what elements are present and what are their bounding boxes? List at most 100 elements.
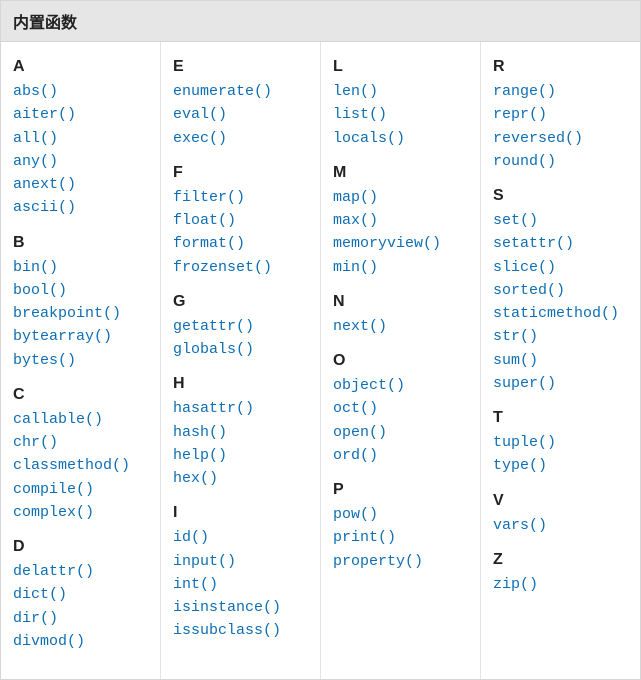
- letter-heading: N: [333, 293, 468, 311]
- group-A: A abs() aiter() all() any() anext() asci…: [13, 58, 148, 220]
- fn-link[interactable]: ascii(): [13, 196, 148, 219]
- fn-link[interactable]: format(): [173, 232, 308, 255]
- group-E: E enumerate() eval() exec(): [173, 58, 308, 150]
- fn-link[interactable]: any(): [13, 150, 148, 173]
- fn-link[interactable]: bool(): [13, 279, 148, 302]
- fn-link[interactable]: map(): [333, 186, 468, 209]
- group-T: T tuple() type(): [493, 409, 628, 478]
- fn-link[interactable]: divmod(): [13, 630, 148, 653]
- fn-link[interactable]: globals(): [173, 338, 308, 361]
- group-D: D delattr() dict() dir() divmod(): [13, 538, 148, 653]
- fn-link[interactable]: max(): [333, 209, 468, 232]
- fn-link[interactable]: frozenset(): [173, 256, 308, 279]
- fn-link[interactable]: abs(): [13, 80, 148, 103]
- fn-link[interactable]: oct(): [333, 397, 468, 420]
- letter-heading: G: [173, 293, 308, 311]
- fn-link[interactable]: range(): [493, 80, 628, 103]
- group-P: P pow() print() property(): [333, 481, 468, 573]
- fn-link[interactable]: id(): [173, 526, 308, 549]
- fn-link[interactable]: delattr(): [13, 560, 148, 583]
- fn-link[interactable]: sum(): [493, 349, 628, 372]
- fn-link[interactable]: memoryview(): [333, 232, 468, 255]
- fn-link[interactable]: compile(): [13, 478, 148, 501]
- group-Z: Z zip(): [493, 551, 628, 596]
- group-N: N next(): [333, 293, 468, 338]
- fn-link[interactable]: len(): [333, 80, 468, 103]
- fn-link[interactable]: isinstance(): [173, 596, 308, 619]
- letter-heading: D: [13, 538, 148, 556]
- fn-link[interactable]: float(): [173, 209, 308, 232]
- fn-link[interactable]: super(): [493, 372, 628, 395]
- fn-link[interactable]: sorted(): [493, 279, 628, 302]
- fn-link[interactable]: hasattr(): [173, 397, 308, 420]
- fn-link[interactable]: vars(): [493, 514, 628, 537]
- fn-link[interactable]: issubclass(): [173, 619, 308, 642]
- fn-link[interactable]: property(): [333, 550, 468, 573]
- fn-link[interactable]: list(): [333, 103, 468, 126]
- letter-heading: V: [493, 492, 628, 510]
- columns-container: A abs() aiter() all() any() anext() asci…: [1, 42, 640, 679]
- letter-heading: R: [493, 58, 628, 76]
- letter-heading: A: [13, 58, 148, 76]
- group-G: G getattr() globals(): [173, 293, 308, 362]
- letter-heading: Z: [493, 551, 628, 569]
- fn-link[interactable]: round(): [493, 150, 628, 173]
- fn-link[interactable]: pow(): [333, 503, 468, 526]
- letter-heading: M: [333, 164, 468, 182]
- fn-link[interactable]: open(): [333, 421, 468, 444]
- fn-link[interactable]: bytearray(): [13, 325, 148, 348]
- letter-heading: B: [13, 234, 148, 252]
- group-R: R range() repr() reversed() round(): [493, 58, 628, 173]
- group-L: L len() list() locals(): [333, 58, 468, 150]
- column-2: L len() list() locals() M map() max() me…: [321, 42, 481, 679]
- fn-link[interactable]: breakpoint(): [13, 302, 148, 325]
- fn-link[interactable]: ord(): [333, 444, 468, 467]
- fn-link[interactable]: next(): [333, 315, 468, 338]
- fn-link[interactable]: bin(): [13, 256, 148, 279]
- group-V: V vars(): [493, 492, 628, 537]
- fn-link[interactable]: anext(): [13, 173, 148, 196]
- fn-link[interactable]: dict(): [13, 583, 148, 606]
- fn-link[interactable]: print(): [333, 526, 468, 549]
- fn-link[interactable]: hash(): [173, 421, 308, 444]
- letter-heading: F: [173, 164, 308, 182]
- fn-link[interactable]: tuple(): [493, 431, 628, 454]
- group-H: H hasattr() hash() help() hex(): [173, 375, 308, 490]
- fn-link[interactable]: bytes(): [13, 349, 148, 372]
- builtins-panel: 内置函数 A abs() aiter() all() any() anext()…: [0, 0, 641, 680]
- fn-link[interactable]: locals(): [333, 127, 468, 150]
- group-M: M map() max() memoryview() min(): [333, 164, 468, 279]
- fn-link[interactable]: set(): [493, 209, 628, 232]
- fn-link[interactable]: filter(): [173, 186, 308, 209]
- letter-heading: T: [493, 409, 628, 427]
- fn-link[interactable]: all(): [13, 127, 148, 150]
- fn-link[interactable]: str(): [493, 325, 628, 348]
- letter-heading: O: [333, 352, 468, 370]
- fn-link[interactable]: slice(): [493, 256, 628, 279]
- fn-link[interactable]: classmethod(): [13, 454, 148, 477]
- fn-link[interactable]: min(): [333, 256, 468, 279]
- letter-heading: H: [173, 375, 308, 393]
- fn-link[interactable]: chr(): [13, 431, 148, 454]
- fn-link[interactable]: repr(): [493, 103, 628, 126]
- fn-link[interactable]: zip(): [493, 573, 628, 596]
- fn-link[interactable]: exec(): [173, 127, 308, 150]
- fn-link[interactable]: type(): [493, 454, 628, 477]
- fn-link[interactable]: object(): [333, 374, 468, 397]
- fn-link[interactable]: setattr(): [493, 232, 628, 255]
- fn-link[interactable]: int(): [173, 573, 308, 596]
- fn-link[interactable]: dir(): [13, 607, 148, 630]
- fn-link[interactable]: eval(): [173, 103, 308, 126]
- fn-link[interactable]: callable(): [13, 408, 148, 431]
- letter-heading: I: [173, 504, 308, 522]
- fn-link[interactable]: getattr(): [173, 315, 308, 338]
- letter-heading: P: [333, 481, 468, 499]
- fn-link[interactable]: hex(): [173, 467, 308, 490]
- fn-link[interactable]: staticmethod(): [493, 302, 628, 325]
- fn-link[interactable]: aiter(): [13, 103, 148, 126]
- fn-link[interactable]: enumerate(): [173, 80, 308, 103]
- fn-link[interactable]: help(): [173, 444, 308, 467]
- fn-link[interactable]: complex(): [13, 501, 148, 524]
- fn-link[interactable]: reversed(): [493, 127, 628, 150]
- fn-link[interactable]: input(): [173, 550, 308, 573]
